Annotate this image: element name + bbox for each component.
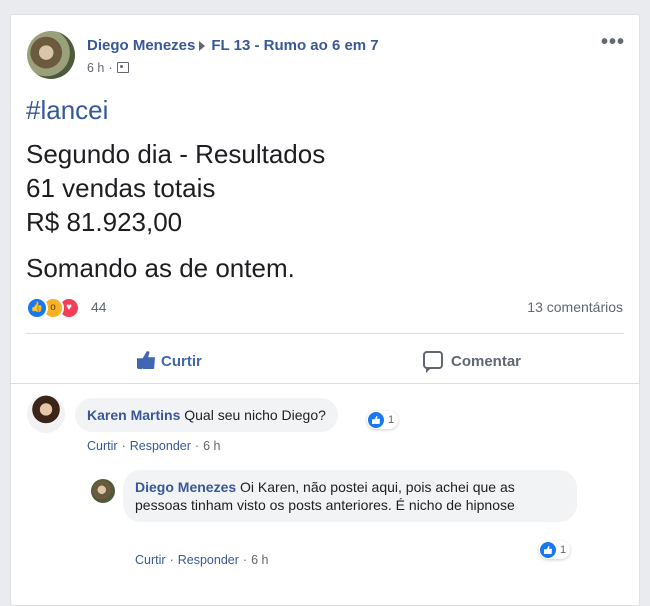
comment-reaction-count: 1	[388, 413, 395, 426]
comment-like-link[interactable]: Curtir	[135, 553, 166, 567]
comment-like-link[interactable]: Curtir	[87, 439, 118, 453]
comment-reaction-count: 1	[560, 543, 567, 556]
comment-actions: Curtir · Responder · 6 h	[87, 439, 221, 453]
comment-bubble: Karen Martins Qual seu nicho Diego?	[75, 398, 338, 432]
comment-time[interactable]: 6 h	[203, 439, 220, 453]
author-avatar[interactable]	[27, 31, 75, 79]
audience-icon	[116, 62, 129, 73]
comment-text: Qual seu nicho Diego?	[184, 407, 326, 423]
like-reaction-icon	[368, 412, 384, 428]
avatar[interactable]	[27, 395, 65, 433]
author-name[interactable]: Diego Menezes	[87, 37, 195, 54]
post-meta: 6 h ·	[87, 61, 129, 75]
like-reaction-icon	[540, 542, 556, 558]
like-label: Curtir	[161, 353, 202, 370]
post-line: Somando as de ontem.	[26, 253, 295, 283]
reply-bubble: Diego Menezes Oi Karen, não postei aqui,…	[123, 470, 577, 522]
thumbs-up-icon	[137, 351, 155, 369]
more-options-icon[interactable]: •••	[601, 31, 625, 54]
post-line: Segundo dia - Resultados	[26, 139, 326, 169]
like-reaction-icon: 👍	[26, 297, 48, 319]
post-line: 61 vendas totais	[26, 173, 216, 203]
divider	[26, 333, 624, 334]
comment-reactions[interactable]: 1	[367, 411, 399, 429]
divider	[11, 383, 639, 384]
post-hashtag[interactable]: #lancei	[26, 95, 108, 126]
arrow-right-icon	[199, 40, 206, 51]
reaction-icons[interactable]: 👍 o ♥	[26, 297, 80, 319]
comment-actions: Curtir · Responder · 6 h	[135, 553, 269, 567]
group-name[interactable]: FL 13 - Rumo ao 6 em 7	[211, 37, 378, 54]
comment-bubble-icon	[423, 351, 443, 373]
post-time[interactable]: 6 h	[87, 61, 104, 75]
avatar[interactable]	[91, 479, 115, 503]
comments-count[interactable]: 13 comentários	[527, 299, 623, 315]
comment-reply-link[interactable]: Responder	[130, 439, 191, 453]
comment-label: Comentar	[451, 353, 522, 370]
like-button[interactable]: Curtir	[137, 351, 202, 370]
reaction-count[interactable]: 44	[91, 299, 107, 315]
post-header: Diego Menezes FL 13 - Rumo ao 6 em 7	[87, 37, 379, 54]
comment-author[interactable]: Karen Martins	[87, 407, 180, 423]
comment-author[interactable]: Diego Menezes	[135, 479, 236, 495]
comment-reply-link[interactable]: Responder	[178, 553, 239, 567]
comment-reactions[interactable]: 1	[539, 541, 571, 559]
comment-time[interactable]: 6 h	[251, 553, 268, 567]
post-line: R$ 81.923,00	[26, 207, 183, 237]
comment-button[interactable]: Comentar	[423, 351, 522, 373]
post-card: Diego Menezes FL 13 - Rumo ao 6 em 7 6 h ·…	[10, 14, 640, 606]
